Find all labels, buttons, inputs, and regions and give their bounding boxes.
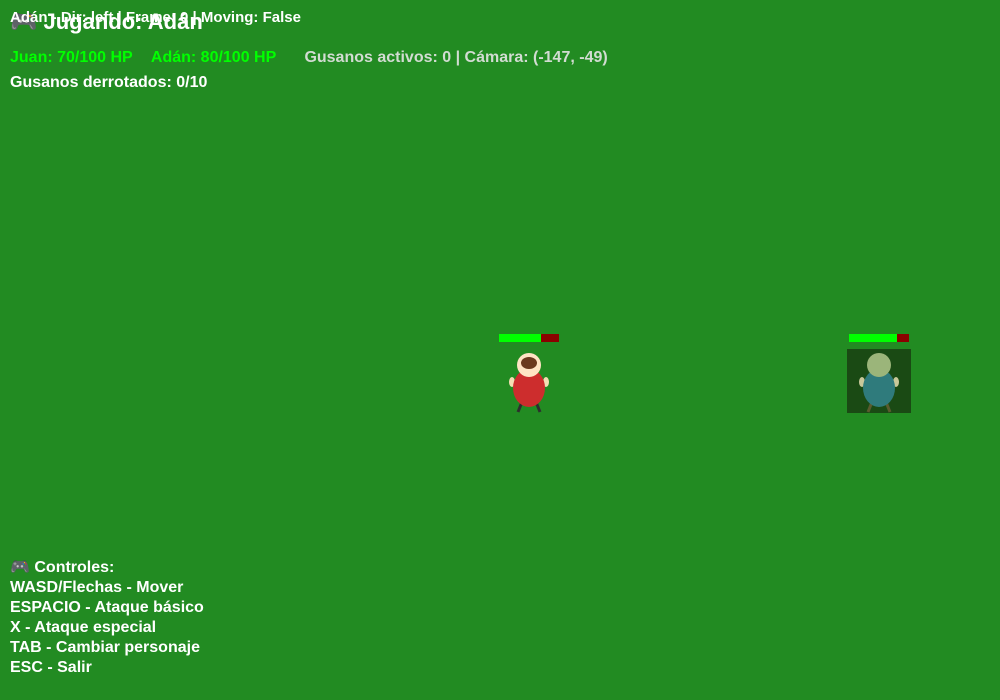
controls-panel: 🎮 Controles: WASD/Flechas - Mover ESPACI… [10,558,204,678]
worms-defeated-counter: Gusanos derrotados: 0/10 [10,74,208,91]
control-basic-attack: ESPACIO - Ataque básico [10,599,204,616]
adan-health-fill [849,334,897,342]
control-move: WASD/Flechas - Mover [10,579,184,596]
control-switch-character: TAB - Cambiar personaje [10,639,200,656]
juan-health-fill [499,334,541,342]
juan-sprite [509,353,549,413]
debug-status-text: Adán - Dir: left | Frame: 0 | Moving: Fa… [10,9,301,26]
adan-sprite [859,353,899,413]
worms-camera-info: Gusanos activos: 0 | Cámara: (-147, -49) [304,49,608,66]
juan-hp-text: Juan: 70/100 HP [10,49,133,66]
juan-health-bar [499,334,559,342]
controls-header: 🎮 Controles: [10,559,115,576]
status-line: Juan: 70/100 HP Adán: 80/100 HP Gusanos … [10,48,608,68]
adan-health-bar [849,334,909,342]
control-special-attack: X - Ataque especial [10,619,157,636]
adan-hp-text: Adán: 80/100 HP [150,49,276,66]
control-exit: ESC - Salir [10,659,92,676]
